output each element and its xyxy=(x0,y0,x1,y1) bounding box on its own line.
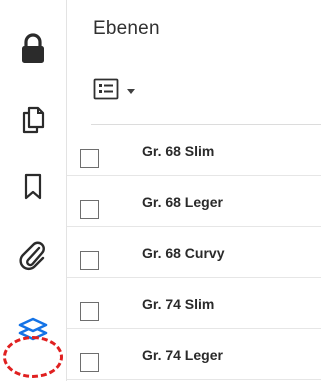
chevron-down-icon xyxy=(127,88,135,94)
panel-title: Ebenen xyxy=(93,18,160,39)
app-window: Ebenen Gr. 68 Slim Gr. 68 Leger Gr. 68 C… xyxy=(0,0,321,381)
layers-panel: Ebenen Gr. 68 Slim Gr. 68 Leger Gr. 68 C… xyxy=(67,0,321,381)
sidebar-rail xyxy=(0,0,67,381)
list-item[interactable]: Gr. 68 Slim xyxy=(67,125,321,176)
list-options-icon xyxy=(93,78,119,105)
list-item[interactable]: Gr. 74 Leger xyxy=(67,329,321,380)
layer-visibility-checkbox[interactable] xyxy=(80,149,99,168)
layer-label: Gr. 74 Leger xyxy=(142,347,223,363)
layer-label: Gr. 68 Leger xyxy=(142,194,223,210)
rail-item-attachments[interactable] xyxy=(14,237,52,275)
bookmark-icon xyxy=(23,173,43,201)
paperclip-icon xyxy=(19,241,47,271)
layer-visibility-checkbox[interactable] xyxy=(80,353,99,372)
layer-label: Gr. 74 Slim xyxy=(142,296,215,312)
layer-options-button[interactable] xyxy=(93,78,147,104)
rail-item-pages[interactable] xyxy=(14,101,52,139)
layer-list: Gr. 68 Slim Gr. 68 Leger Gr. 68 Curvy Gr… xyxy=(67,125,321,380)
layers-icon xyxy=(17,313,49,345)
list-item[interactable]: Gr. 68 Leger xyxy=(67,176,321,227)
pages-icon xyxy=(21,106,45,134)
layer-label: Gr. 68 Curvy xyxy=(142,245,225,261)
list-item[interactable]: Gr. 74 Slim xyxy=(67,278,321,329)
list-item[interactable]: Gr. 68 Curvy xyxy=(67,227,321,278)
layer-visibility-checkbox[interactable] xyxy=(80,302,99,321)
layer-label: Gr. 68 Slim xyxy=(142,143,215,159)
rail-item-bookmarks[interactable] xyxy=(14,168,52,206)
layer-visibility-checkbox[interactable] xyxy=(80,251,99,270)
rail-item-layers[interactable] xyxy=(14,310,52,348)
rail-item-protection[interactable] xyxy=(14,30,52,68)
lock-icon xyxy=(20,33,46,65)
layer-visibility-checkbox[interactable] xyxy=(80,200,99,219)
